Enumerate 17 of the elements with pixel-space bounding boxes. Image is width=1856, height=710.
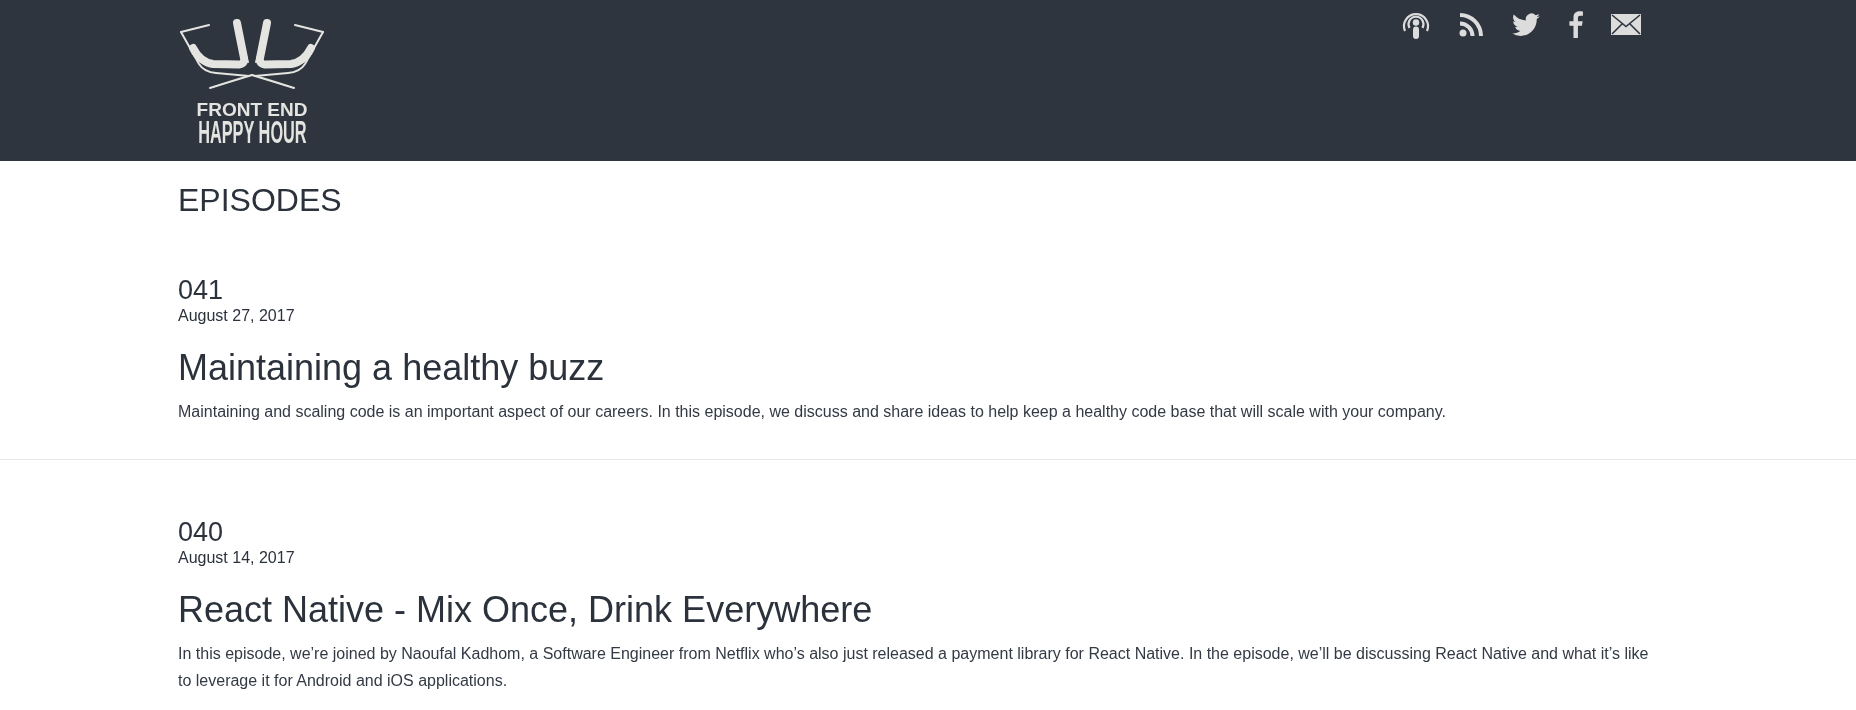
episode-description: In this episode, we’re joined by Naoufal Kadhom, a Software Engineer from Netflix who’s also just released a payment library for React Native. In the episode, we’ll be discussing React Native and what it’s like to leverage it for Android and iOS applications. — [178, 644, 1650, 691]
episode-title-link[interactable]: React Native - Mix Once, Drink Everywhere — [178, 590, 873, 630]
envelope-icon[interactable] — [1611, 14, 1641, 35]
episode-title-link[interactable]: Maintaining a healthy buzz — [178, 348, 605, 388]
episode-number: 041 — [178, 275, 224, 305]
episode-date: August 27, 2017 — [178, 306, 295, 326]
glasses-icon — [178, 18, 326, 92]
logo-text: HAPPY HOUR — [197, 117, 307, 147]
page-heading: EPISODES — [178, 183, 342, 218]
episode-number: 040 — [178, 517, 224, 547]
twitter-icon[interactable] — [1512, 13, 1540, 36]
episode-description: Maintaining and scaling code is an important aspect of our careers. In this episode, we discuss and share ideas to help keep a healthy code base that will scale with your company. — [178, 402, 1447, 422]
facebook-icon[interactable] — [1568, 11, 1583, 38]
rss-icon[interactable] — [1459, 12, 1484, 37]
episode-date: August 14, 2017 — [178, 548, 295, 568]
logo-text: FRONT END — [196, 101, 308, 119]
podcast-icon[interactable] — [1401, 10, 1431, 39]
